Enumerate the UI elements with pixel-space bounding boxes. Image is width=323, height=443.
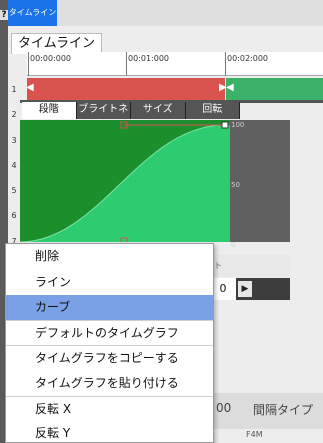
curve-fill <box>20 125 230 242</box>
ruler-tick <box>126 52 127 76</box>
timeline-track-green[interactable]: ◀ <box>226 78 323 100</box>
property-tabs: 段階 ブライトネ サイズ 回転 <box>22 102 240 119</box>
bottom-sub-label: F4M <box>246 430 263 439</box>
scale-label-top: 100 <box>231 121 245 129</box>
bottom-value: 00 <box>216 401 232 415</box>
row-number: 1 <box>11 85 17 94</box>
interval-type-label[interactable]: 間隔タイプ <box>253 401 313 418</box>
panel-title-tab[interactable]: タイムライン <box>11 33 102 54</box>
menu-item-flip-y[interactable]: 反転 Y <box>6 421 213 443</box>
menu-item-line[interactable]: ライン <box>6 270 213 295</box>
value-stepper: 0 ▶ <box>210 278 290 300</box>
menu-item-copy-timegraph[interactable]: タイムグラフをコピーする <box>6 346 213 371</box>
row-number: 5 <box>11 186 17 195</box>
handle-end-icon[interactable] <box>221 121 229 129</box>
menu-item-curve[interactable]: カーブ <box>6 295 213 320</box>
tab-stage[interactable]: 段階 <box>22 102 77 119</box>
time-ruler[interactable]: 00:00:000 00:01:000 00:02:000 <box>27 52 323 76</box>
tab-size[interactable]: サイズ <box>131 102 186 119</box>
menu-item-default-timegraph[interactable]: デフォルトのタイムグラフ <box>6 321 213 346</box>
keyframe-icon[interactable]: ◀ <box>226 82 234 93</box>
ruler-label-2: 00:02:000 <box>227 54 269 63</box>
select-field-partial[interactable]: ト <box>210 255 290 277</box>
row-number: 4 <box>11 161 17 170</box>
row-number: 2 <box>11 110 17 119</box>
keyframe-start-icon[interactable]: ◀ <box>26 82 34 93</box>
ruler-label-1: 00:01:000 <box>128 54 170 63</box>
menu-item-delete[interactable]: 削除 <box>6 244 213 269</box>
play-arrow-icon[interactable]: ▶ <box>238 281 252 297</box>
help-icon[interactable]: ? <box>0 10 8 20</box>
row-number: 3 <box>11 136 17 145</box>
timeline-track-red[interactable]: ◀ ▶ <box>26 78 227 100</box>
ruler-label-0: 00:00:000 <box>30 54 72 63</box>
menu-item-paste-timegraph[interactable]: タイムグラフを貼り付ける <box>6 371 213 396</box>
scale-label-bottom: 0 <box>231 241 236 249</box>
tab-rotation[interactable]: 回転 <box>185 102 240 119</box>
tab-timeline-window[interactable]: タイムライン <box>8 0 57 26</box>
scale-label-mid: 50 <box>231 181 240 189</box>
ruler-tick <box>28 52 29 76</box>
row-number: 6 <box>11 211 17 220</box>
tab-brightness[interactable]: ブライトネ <box>76 102 131 119</box>
time-graph-curve[interactable] <box>20 120 290 242</box>
bottom-toolbar: 00 間隔タイプ <box>210 393 323 429</box>
context-menu: 削除 ライン カーブ デフォルトのタイムグラフ タイムグラフをコピーする タイム… <box>5 243 214 443</box>
ruler-tick <box>225 52 226 76</box>
menu-item-flip-x[interactable]: 反転 X <box>6 397 213 422</box>
